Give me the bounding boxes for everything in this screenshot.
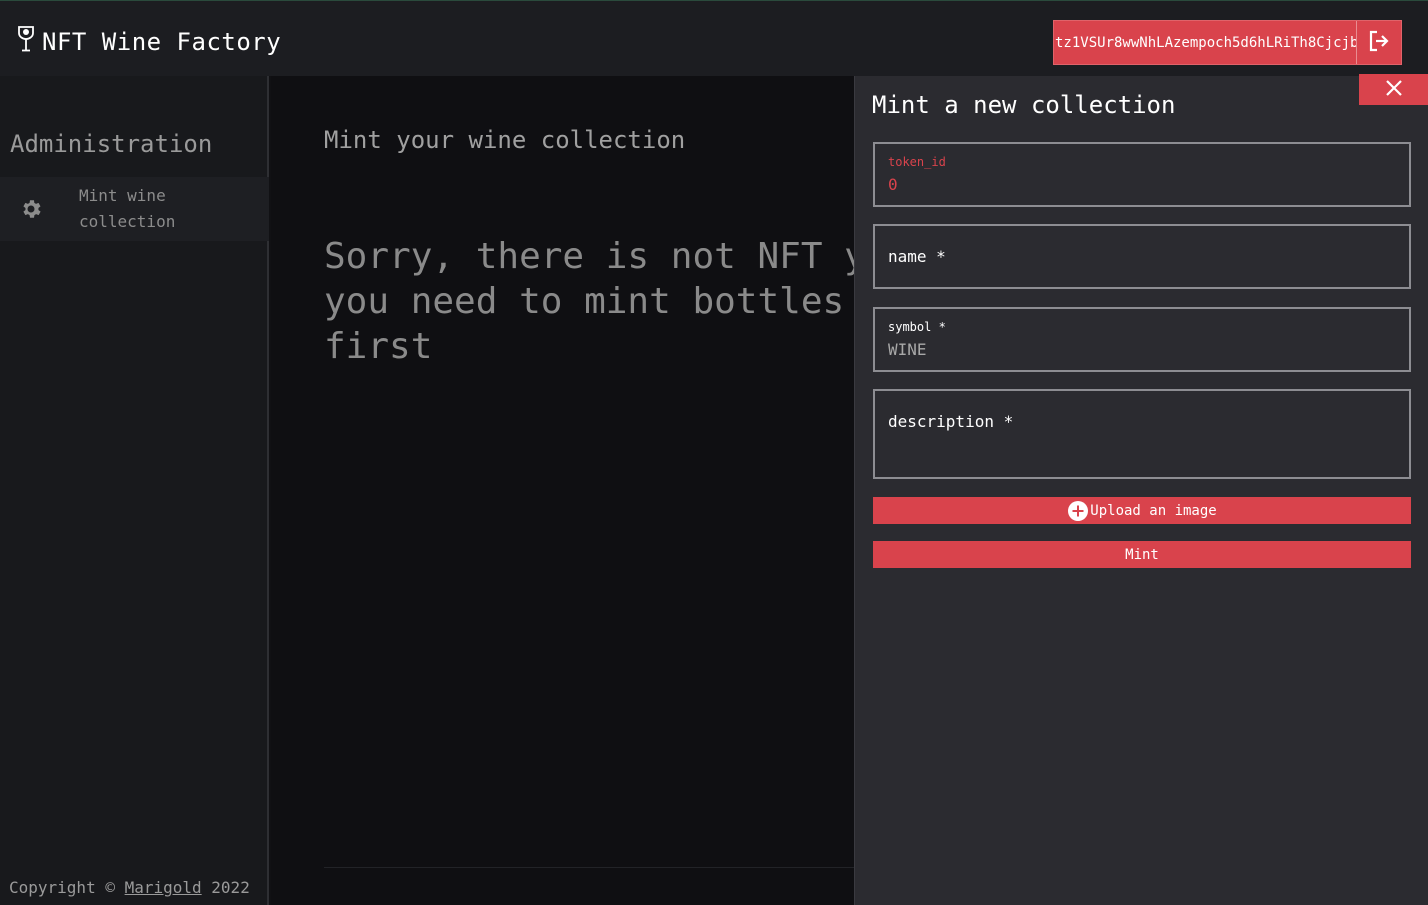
sidebar-item-label: Mint wine collection — [79, 186, 176, 231]
logout-button[interactable] — [1356, 21, 1401, 64]
logout-icon — [1367, 29, 1391, 57]
app-title: NFT Wine Factory — [42, 28, 282, 56]
symbol-value: WINE — [888, 340, 927, 359]
mint-button[interactable]: Mint — [873, 541, 1411, 568]
empty-state-message: Sorry, there is not NFT yet, you need to… — [324, 236, 854, 367]
footer: Copyright © Marigold 2022 — [9, 878, 250, 897]
token-id-field[interactable]: token_id 0 — [873, 142, 1411, 207]
name-label: name * — [888, 247, 946, 266]
footer-suffix: 2022 — [201, 878, 250, 897]
plus-circle-icon — [1067, 500, 1089, 522]
mint-label: Mint — [1125, 546, 1159, 563]
footer-link-marigold[interactable]: Marigold — [125, 878, 202, 897]
page-title: Mint your wine collection — [324, 126, 686, 154]
upload-image-label: Upload an image — [1090, 502, 1217, 519]
wallet-address: tz1VSUr8wwNhLAzempoch5d6hLRiTh8Cjcjb — [1055, 34, 1356, 51]
sidebar-item-mint-wine-collection[interactable]: Mint wine collection — [0, 177, 269, 241]
symbol-field[interactable]: symbol * WINE — [873, 307, 1411, 372]
token-id-value: 0 — [888, 175, 898, 194]
drawer-title: Mint a new collection — [872, 91, 1176, 119]
divider — [324, 867, 854, 868]
upload-image-button[interactable]: Upload an image — [873, 497, 1411, 524]
name-field[interactable]: name * — [873, 224, 1411, 289]
description-label: description * — [888, 412, 1014, 431]
close-icon — [1385, 79, 1403, 101]
footer-prefix: Copyright © — [9, 878, 125, 897]
sidebar: Administration Mint wine collection Copy… — [0, 76, 269, 905]
mint-drawer: Mint a new collection token_id 0 name * … — [854, 74, 1428, 905]
token-id-label: token_id — [888, 155, 946, 169]
wine-glass-icon — [16, 25, 36, 53]
description-field[interactable]: description * — [873, 389, 1411, 479]
main-content: Mint your wine collection Sorry, there i… — [271, 76, 854, 905]
gear-icon — [19, 197, 43, 221]
sidebar-heading: Administration — [10, 130, 213, 158]
symbol-label: symbol * — [888, 320, 946, 334]
app-header: NFT Wine Factory tz1VSUr8wwNhLAzempoch5d… — [0, 0, 1428, 76]
close-button[interactable] — [1359, 74, 1428, 105]
wallet-badge: tz1VSUr8wwNhLAzempoch5d6hLRiTh8Cjcjb — [1053, 20, 1402, 65]
